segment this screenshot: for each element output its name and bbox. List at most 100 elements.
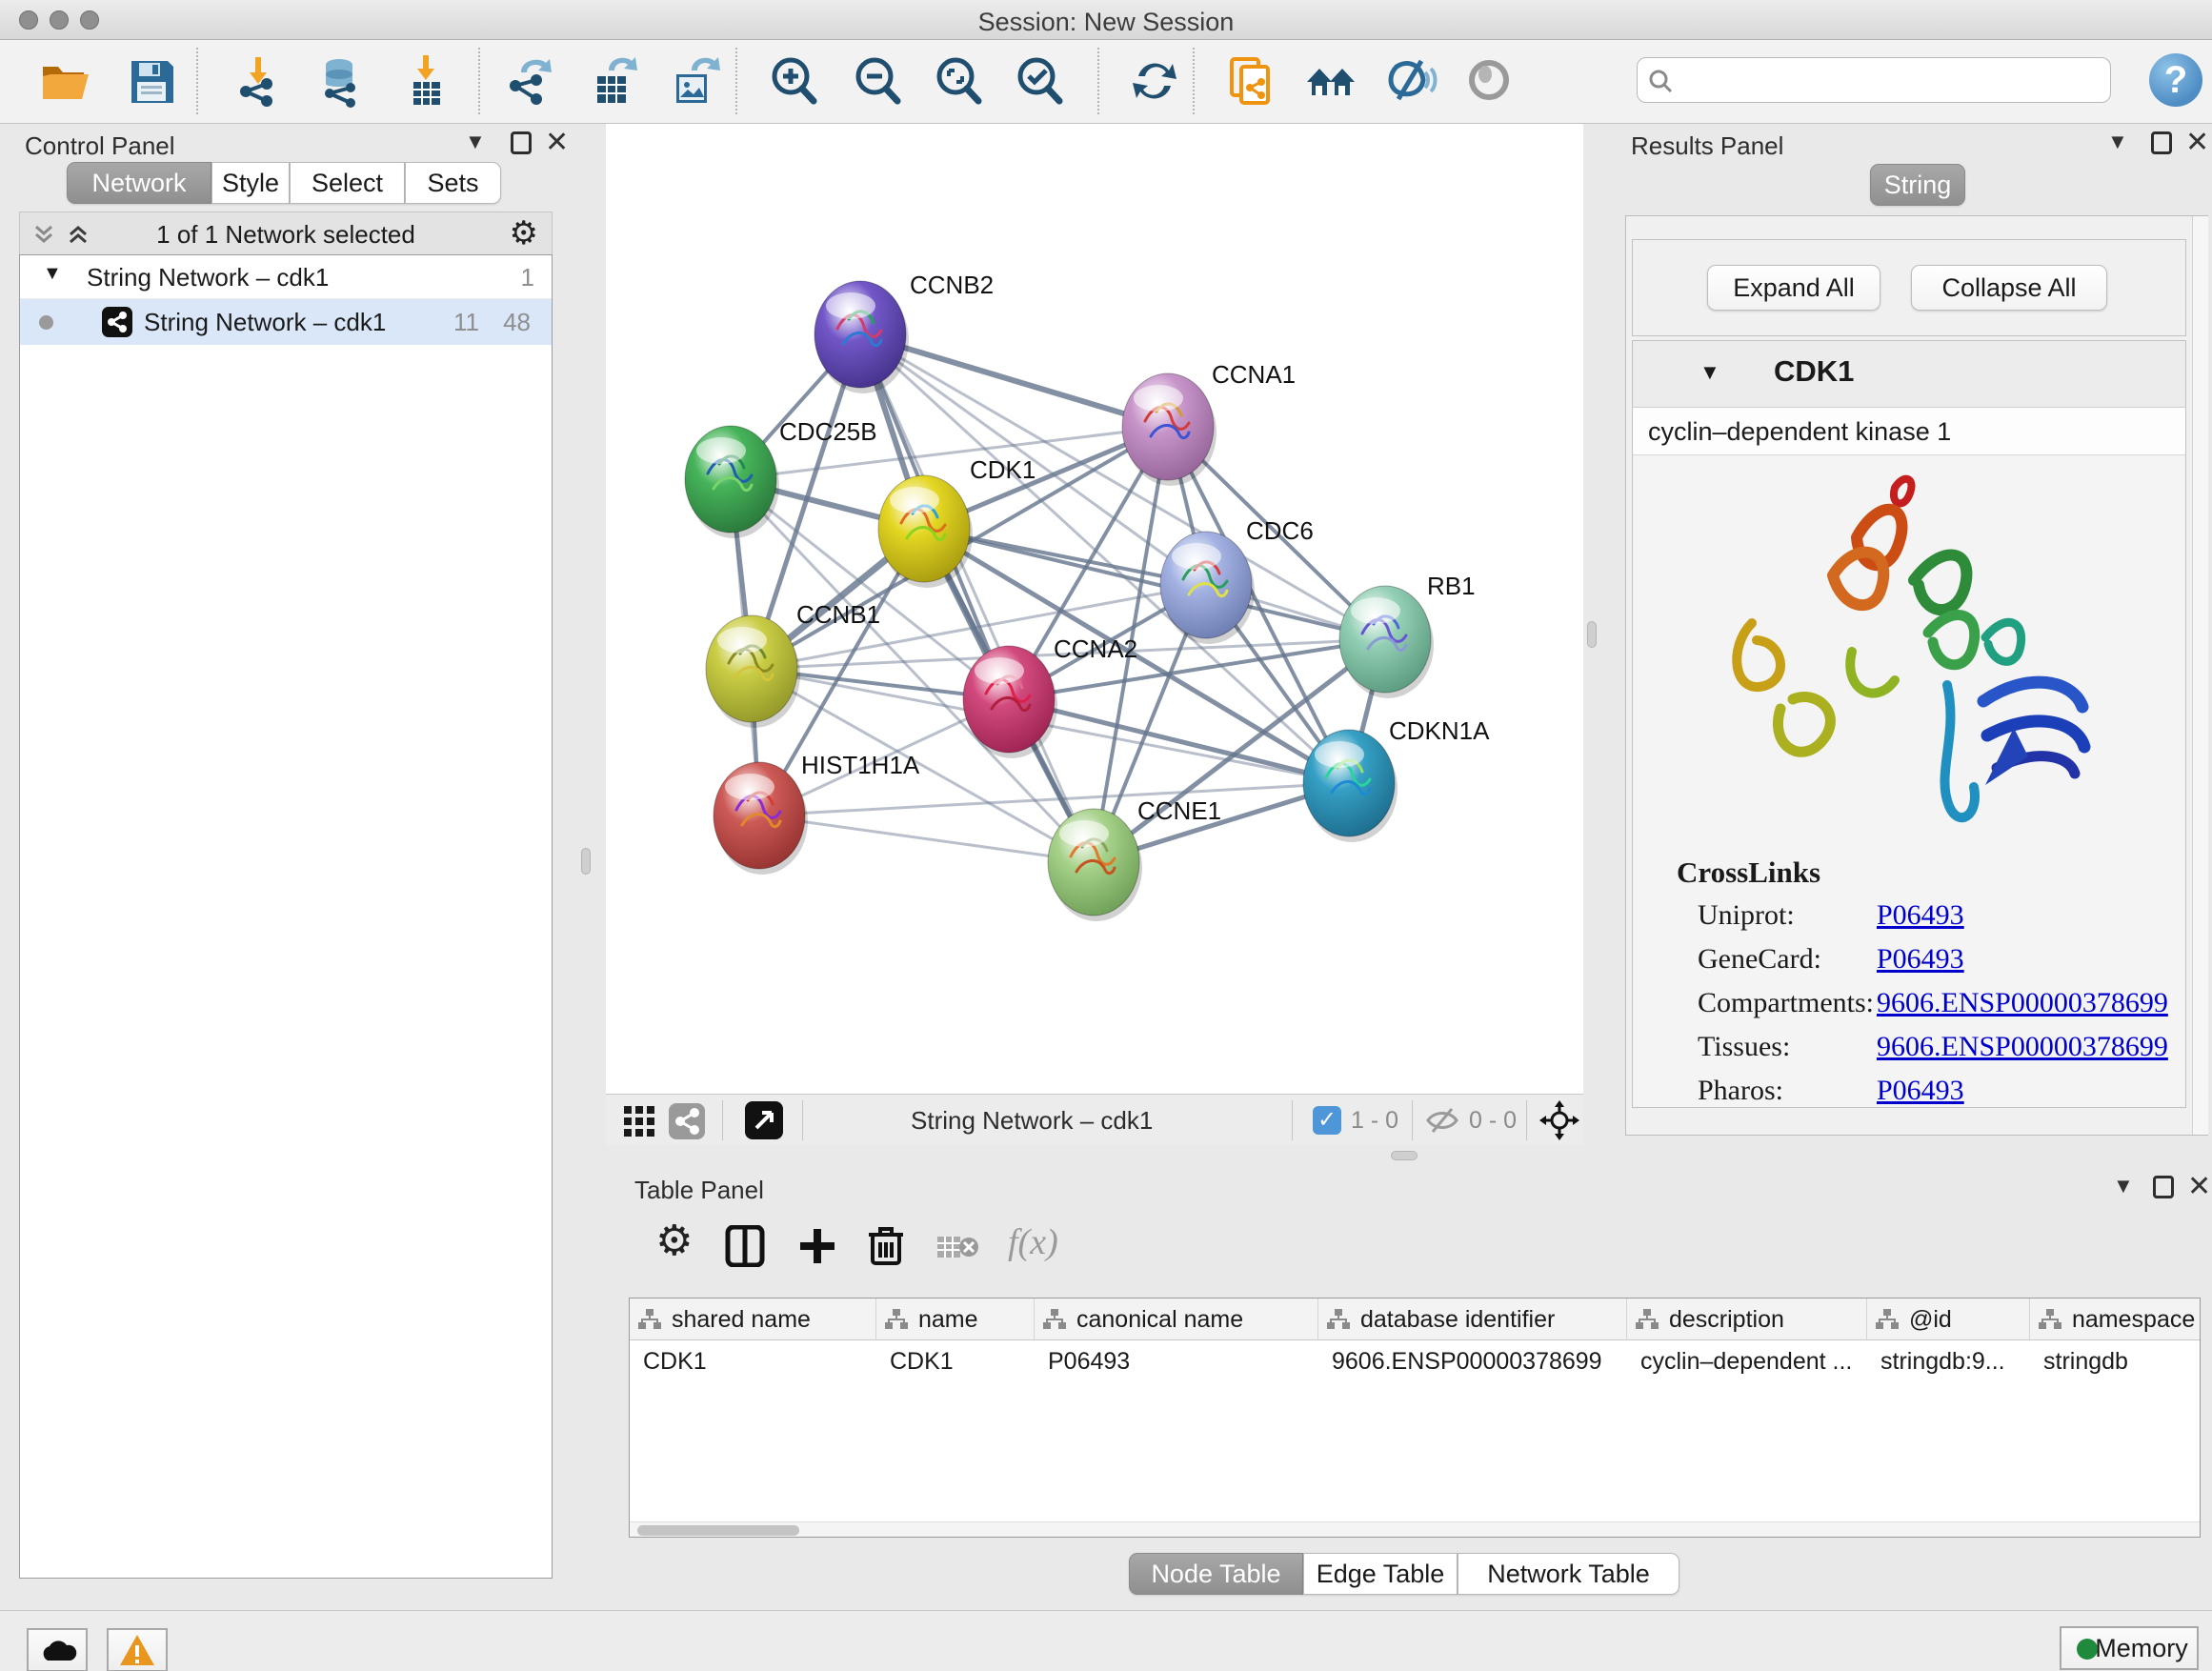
refresh-button[interactable] bbox=[1127, 53, 1182, 109]
cell-name[interactable]: CDK1 bbox=[876, 1340, 1035, 1382]
cell-canonical-name[interactable]: P06493 bbox=[1035, 1340, 1318, 1382]
network-view-title: String Network – cdk1 bbox=[911, 1106, 1153, 1136]
tab-network[interactable]: Network bbox=[67, 162, 211, 204]
crosslink-label: Uniprot: bbox=[1698, 899, 1795, 932]
tab-node-table[interactable]: Node Table bbox=[1129, 1553, 1303, 1595]
string-import-file-icon[interactable] bbox=[1224, 53, 1279, 109]
results-panel-close-button[interactable]: ✕ bbox=[2185, 126, 2209, 159]
tab-network-table[interactable]: Network Table bbox=[1458, 1553, 1679, 1595]
cell-namespace[interactable]: stringdb bbox=[2030, 1340, 2201, 1382]
table-options-gear-icon[interactable]: ⚙ bbox=[655, 1225, 693, 1258]
open-session-button[interactable] bbox=[38, 53, 93, 109]
results-buttons-box: Expand All Collapse All bbox=[1632, 239, 2186, 336]
help-button[interactable]: ? bbox=[2149, 53, 2202, 107]
collection-expand-icon[interactable]: ▼ bbox=[43, 263, 62, 285]
collapse-all-button[interactable]: Collapse All bbox=[1911, 265, 2107, 311]
column-header-shared-name[interactable]: shared name bbox=[630, 1299, 876, 1340]
cloud-button[interactable] bbox=[27, 1628, 88, 1671]
grid-view-icon[interactable] bbox=[623, 1105, 655, 1137]
control-panel-close-button[interactable]: ✕ bbox=[545, 126, 569, 159]
table-panel-maximize-button[interactable] bbox=[2153, 1176, 2174, 1203]
toolbar-search bbox=[1637, 57, 2111, 103]
cell-id[interactable]: stringdb:9... bbox=[1867, 1340, 2030, 1382]
collapse-protein-icon[interactable]: ▼ bbox=[1699, 360, 1720, 385]
crosslink-pharos-link[interactable]: P06493 bbox=[1877, 1075, 1964, 1107]
import-table-button[interactable] bbox=[398, 53, 453, 109]
import-network-from-database-button[interactable] bbox=[314, 53, 370, 109]
crosslink-tissues-link[interactable]: 9606.ENSP00000378699 bbox=[1877, 1031, 2168, 1063]
cell-shared-name[interactable]: CDK1 bbox=[630, 1340, 876, 1382]
network-list: ▼ String Network – cdk1 1 String Network… bbox=[19, 254, 553, 1579]
cloud-icon bbox=[36, 1636, 78, 1666]
network-node-count: 11 bbox=[453, 308, 479, 337]
zoom-in-button[interactable] bbox=[766, 53, 821, 109]
crosslink-genecard-link[interactable]: P06493 bbox=[1877, 943, 1964, 976]
show-columns-icon[interactable] bbox=[724, 1225, 766, 1267]
tab-edge-table[interactable]: Edge Table bbox=[1303, 1553, 1458, 1595]
title-bar: Session: New Session bbox=[0, 0, 2212, 40]
add-column-icon[interactable] bbox=[796, 1225, 838, 1267]
tab-sets[interactable]: Sets bbox=[405, 162, 501, 204]
network-row-selected[interactable]: String Network – cdk1 11 48 bbox=[20, 299, 552, 345]
export-network-button[interactable] bbox=[502, 53, 557, 109]
results-panel-float-button[interactable]: ▼ bbox=[2107, 130, 2128, 154]
cell-database-identifier[interactable]: 9606.ENSP00000378699 bbox=[1318, 1340, 1627, 1382]
search-input[interactable] bbox=[1679, 62, 2099, 96]
save-session-button[interactable] bbox=[124, 53, 179, 109]
selected-checkbox[interactable]: ✓ bbox=[1313, 1106, 1341, 1135]
control-panel-float-button[interactable]: ▼ bbox=[465, 130, 486, 154]
delete-table-icon-disabled bbox=[935, 1233, 979, 1261]
crosslink-compartments-link[interactable]: 9606.ENSP00000378699 bbox=[1877, 987, 2168, 1019]
column-header-description[interactable]: description bbox=[1627, 1299, 1867, 1340]
network-canvas[interactable]: CCNB2CCNA1CDC25BCDK1CDC6RB1CCNB1CCNA2CDK… bbox=[606, 124, 1583, 1094]
column-header-id[interactable]: @id bbox=[1867, 1299, 2030, 1340]
expand-all-button[interactable]: Expand All bbox=[1707, 265, 1880, 311]
scrollbar-thumb[interactable] bbox=[637, 1525, 799, 1536]
protein-structure-image bbox=[1699, 471, 2119, 852]
delete-column-icon[interactable] bbox=[865, 1223, 907, 1267]
results-panel-body: Expand All Collapse All ▼ CDK1 cyclin–de… bbox=[1625, 215, 2208, 1136]
show-glass-icon-disabled[interactable] bbox=[1462, 53, 1518, 109]
results-panel-maximize-button[interactable] bbox=[2151, 131, 2172, 159]
application-window: Session: New Session bbox=[0, 0, 2212, 1671]
tab-string[interactable]: String bbox=[1870, 164, 1965, 206]
export-table-button[interactable] bbox=[586, 53, 641, 109]
protein-card-header[interactable]: ▼ CDK1 bbox=[1633, 341, 2185, 408]
zoom-out-button[interactable] bbox=[850, 53, 905, 109]
column-header-canonical-name[interactable]: canonical name bbox=[1035, 1299, 1318, 1340]
zoom-fit-button[interactable] bbox=[931, 53, 986, 109]
cell-description[interactable]: cyclin–dependent ... bbox=[1627, 1340, 1867, 1382]
network-share-icon[interactable] bbox=[669, 1103, 705, 1139]
string-network-graph[interactable]: CCNB2CCNA1CDC25BCDK1CDC6RB1CCNB1CCNA2CDK… bbox=[606, 124, 1583, 1094]
import-network-button[interactable] bbox=[231, 53, 286, 109]
results-vertical-scrollbar[interactable] bbox=[2192, 216, 2208, 1135]
table-panel-float-button[interactable]: ▼ bbox=[2113, 1174, 2134, 1198]
toolbar-separator bbox=[196, 48, 198, 114]
warnings-button[interactable] bbox=[107, 1628, 168, 1671]
column-header-namespace[interactable]: namespace bbox=[2030, 1299, 2201, 1340]
network-selection-status: 1 of 1 Network selected bbox=[20, 220, 552, 250]
tab-select[interactable]: Select bbox=[290, 162, 405, 204]
control-panel-maximize-button[interactable] bbox=[511, 131, 532, 159]
right-splitter-handle[interactable] bbox=[1587, 621, 1597, 648]
export-image-button[interactable] bbox=[667, 53, 722, 109]
network-node-CDC6 bbox=[1160, 532, 1255, 644]
horizontal-splitter-handle[interactable] bbox=[1391, 1151, 1418, 1160]
column-header-name[interactable]: name bbox=[876, 1299, 1035, 1340]
birds-eye-view-icon[interactable] bbox=[745, 1101, 783, 1139]
zoom-selected-button[interactable] bbox=[1012, 53, 1067, 109]
table-horizontal-scrollbar[interactable] bbox=[630, 1521, 2200, 1538]
left-splitter-handle[interactable] bbox=[581, 848, 591, 875]
memory-button[interactable]: Memory bbox=[2060, 1626, 2199, 1670]
toolbar-separator bbox=[1193, 48, 1195, 114]
table-panel-close-button[interactable]: ✕ bbox=[2187, 1170, 2211, 1203]
home-icon[interactable] bbox=[1303, 53, 1358, 109]
crosslink-uniprot-link[interactable]: P06493 bbox=[1877, 899, 1964, 932]
hide-glass-icon[interactable] bbox=[1383, 53, 1438, 109]
hidden-eye-icon[interactable] bbox=[1425, 1107, 1459, 1134]
network-options-gear-icon[interactable]: ⚙ bbox=[510, 217, 538, 250]
column-header-database-identifier[interactable]: database identifier bbox=[1318, 1299, 1627, 1340]
network-collection-row[interactable]: ▼ String Network – cdk1 1 bbox=[20, 255, 552, 299]
tab-style[interactable]: Style bbox=[211, 162, 290, 204]
pan-crosshair-icon[interactable] bbox=[1539, 1100, 1579, 1140]
